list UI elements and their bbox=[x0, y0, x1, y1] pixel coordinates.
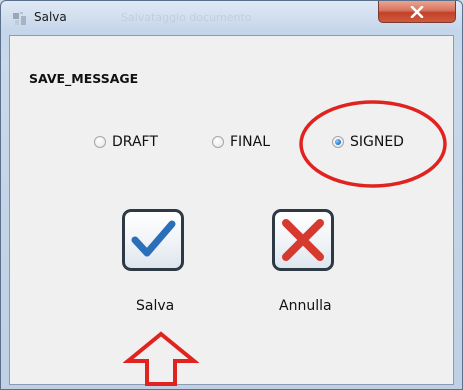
close-button[interactable] bbox=[378, 1, 456, 23]
cancel-button[interactable] bbox=[272, 209, 334, 271]
cancel-button-label: Annulla bbox=[279, 298, 332, 314]
checkmark-icon bbox=[131, 220, 176, 257]
arrow-up-icon bbox=[123, 331, 199, 386]
save-button[interactable] bbox=[122, 209, 184, 271]
radio-draft-indicator[interactable] bbox=[94, 136, 106, 148]
save-button-label: Salva bbox=[136, 298, 175, 314]
window-title: Salva bbox=[34, 10, 67, 24]
annotation-ellipse bbox=[299, 100, 447, 188]
dialog-body bbox=[9, 35, 454, 385]
window-title-ghost: Salvataggio documento bbox=[121, 11, 252, 24]
x-icon bbox=[282, 219, 324, 261]
radio-final-indicator[interactable] bbox=[212, 136, 224, 148]
app-icon bbox=[13, 12, 26, 25]
radio-final-label: FINAL bbox=[230, 134, 271, 150]
radio-draft[interactable]: DRAFT bbox=[94, 132, 158, 152]
close-icon bbox=[410, 6, 424, 18]
dialog-window: Salva Salvataggio documento SAVE_MESSAGE… bbox=[0, 0, 463, 390]
radio-final[interactable]: FINAL bbox=[212, 132, 270, 152]
title-bar[interactable]: Salva Salvataggio documento bbox=[1, 1, 462, 35]
save-message-label: SAVE_MESSAGE bbox=[29, 71, 139, 86]
radio-draft-label: DRAFT bbox=[112, 134, 158, 150]
